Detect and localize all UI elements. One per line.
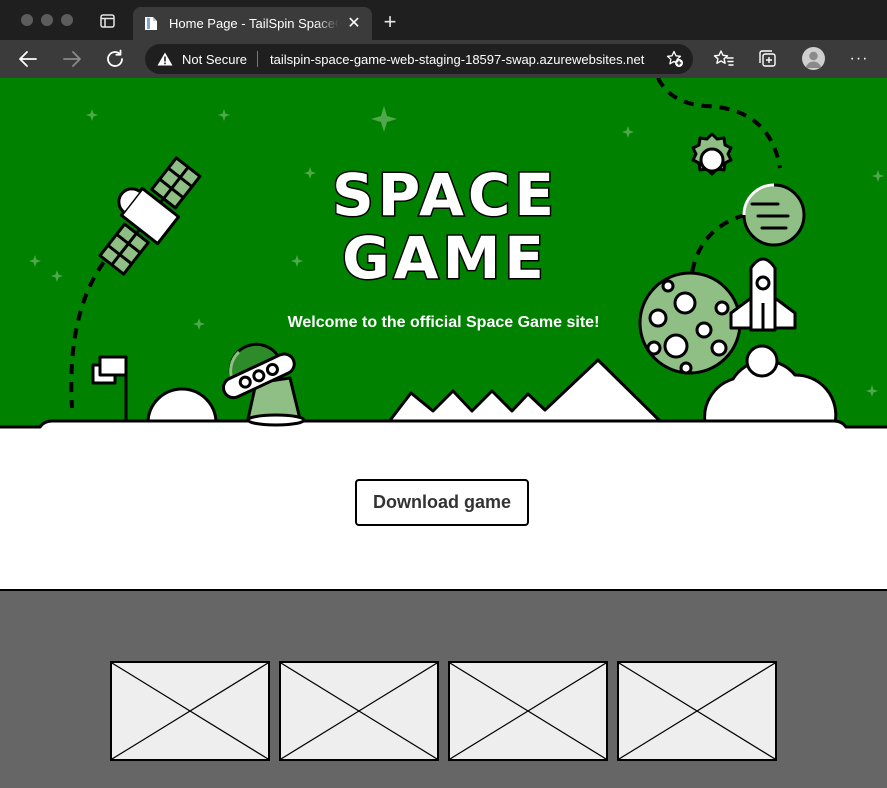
image-placeholder[interactable] [448,661,608,761]
sun-icon [691,132,733,176]
title-line-1: SPACE [330,161,559,229]
ground-terrain [0,344,887,430]
image-placeholder[interactable] [279,661,439,761]
back-arrow-icon[interactable] [17,49,39,69]
window-minimize-control[interactable] [41,14,53,26]
warning-icon[interactable] [157,52,173,66]
security-status[interactable]: Not Secure [182,52,247,67]
image-placeholder[interactable] [110,661,270,761]
forward-arrow-icon[interactable] [61,49,83,69]
browser-toolbar: Not Secure tailspin-space-game-web-stagi… [0,40,887,78]
game-title: SPACE GAME [300,161,590,292]
window-close-control[interactable] [21,14,33,26]
title-line-2: GAME [341,224,548,292]
ufo-icon [221,342,306,427]
more-icon[interactable]: ··· [848,49,870,69]
screenshot-gallery [0,589,887,788]
favorites-icon[interactable] [713,49,735,69]
welcome-text: Welcome to the official Space Game site! [287,314,600,331]
active-tab[interactable]: Home Page - TailSpin SpaceGame ✕ [133,7,372,40]
flag-icon [91,355,128,421]
small-planet-icon [742,183,806,247]
image-placeholder[interactable] [617,661,777,761]
tab-actions-icon[interactable] [100,14,116,28]
download-section: Download game [0,430,887,589]
document-icon [144,16,158,31]
address-divider [257,51,258,67]
rocket-icon [729,257,797,332]
browser-titlebar: Home Page - TailSpin SpaceGame ✕ + [0,0,887,40]
placeholder-icon [112,663,268,759]
url-text[interactable]: tailspin-space-game-web-staging-18597-sw… [270,52,644,67]
download-game-button[interactable]: Download game [355,479,529,526]
placeholder-icon [281,663,437,759]
new-tab-button[interactable]: + [380,11,400,33]
address-bar[interactable]: Not Secure tailspin-space-game-web-stagi… [145,44,693,74]
hero-banner: SPACE GAME Welcome to the official Space… [0,78,887,430]
placeholder-icon [619,663,775,759]
window-zoom-control[interactable] [61,14,73,26]
placeholder-icon [450,663,606,759]
add-favorite-icon[interactable] [666,50,684,68]
refresh-icon[interactable] [105,49,127,69]
satellite-icon [98,156,202,276]
collections-icon[interactable] [757,49,779,69]
profile-icon[interactable] [802,47,825,70]
tab-title: Home Page - TailSpin SpaceGame [169,16,339,31]
close-tab-icon[interactable]: ✕ [346,16,362,32]
